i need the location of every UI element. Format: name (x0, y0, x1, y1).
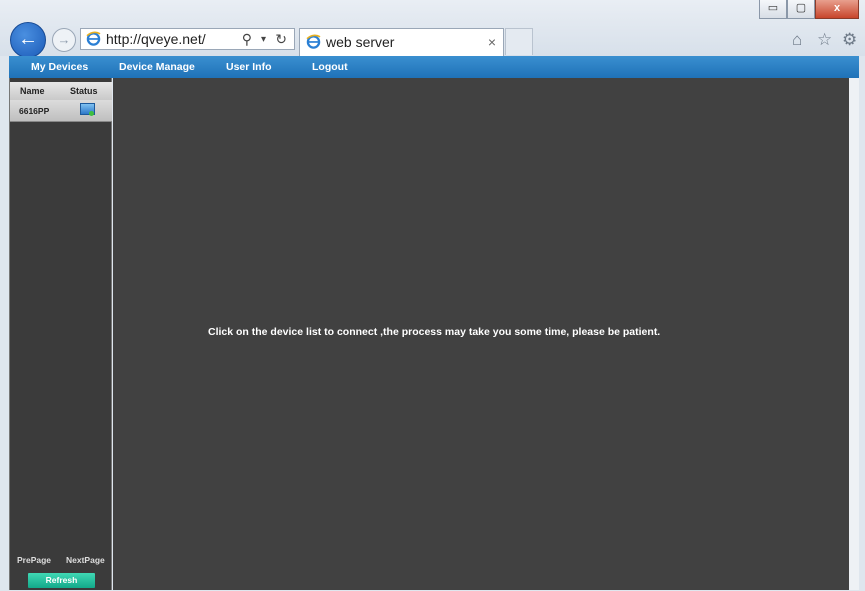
forward-button[interactable]: → (52, 28, 76, 52)
device-name: 6616PP (19, 106, 50, 116)
minimize-button[interactable]: ▭ (759, 0, 787, 19)
refresh-icon[interactable]: ↻ (275, 29, 287, 49)
window-controls: ▭ ▢ x (759, 0, 859, 19)
menu-logout[interactable]: Logout (312, 56, 348, 78)
close-button[interactable]: x (815, 0, 859, 19)
right-edge (849, 78, 859, 590)
browser-tab[interactable]: web server × (299, 28, 504, 56)
search-icon[interactable]: ⚲ (242, 29, 252, 49)
device-sidebar: Name Status 6616PP PrePage NextPage Refr… (9, 78, 112, 590)
gear-icon[interactable]: ⚙ (842, 30, 857, 50)
online-monitor-icon (80, 103, 95, 116)
home-icon[interactable]: ⌂ (792, 30, 802, 50)
ie-icon (306, 34, 321, 49)
star-icon[interactable]: ☆ (817, 30, 832, 50)
chevron-down-icon[interactable]: ▾ (261, 30, 266, 50)
connect-hint: Click on the device list to connect ,the… (208, 326, 661, 338)
video-panel: Click on the device list to connect ,the… (113, 78, 849, 590)
menu-user-info[interactable]: User Info (226, 56, 272, 78)
device-list-header: Name Status (10, 82, 112, 100)
ie-icon (86, 31, 101, 46)
new-tab-button[interactable] (505, 28, 533, 55)
next-page-link[interactable]: NextPage (66, 555, 105, 565)
refresh-button[interactable]: Refresh (28, 573, 95, 588)
browser-chrome: ▭ ▢ x ← → http://qveye.net/ ⚲ ▾ ↻ web se… (0, 0, 865, 58)
top-menu: My Devices Device Manage User Info Logou… (9, 56, 859, 78)
back-button[interactable]: ← (10, 22, 46, 58)
tab-title: web server (326, 34, 395, 50)
prev-page-link[interactable]: PrePage (17, 555, 51, 565)
device-row[interactable]: 6616PP (10, 100, 112, 122)
maximize-button[interactable]: ▢ (787, 0, 815, 19)
column-name: Name (20, 86, 45, 96)
column-status: Status (70, 86, 98, 96)
url-text: http://qveye.net/ (106, 31, 206, 47)
close-tab-icon[interactable]: × (488, 34, 496, 50)
menu-my-devices[interactable]: My Devices (31, 56, 88, 78)
address-bar[interactable]: http://qveye.net/ ⚲ ▾ ↻ (80, 28, 295, 50)
menu-device-manage[interactable]: Device Manage (119, 56, 195, 78)
